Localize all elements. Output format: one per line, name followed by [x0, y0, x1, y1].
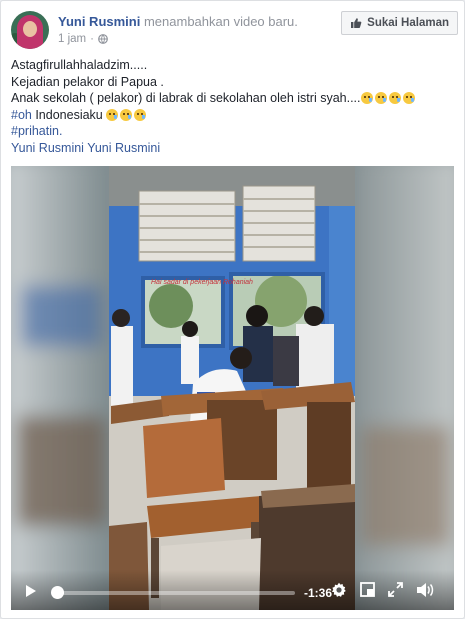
post-card: Yuni Rusmini menambahkan video baru. 1 j… — [0, 0, 465, 619]
volume-icon[interactable] — [416, 582, 434, 598]
classroom-scene: Hai sadar di pekerjaan Rohaniah — [109, 166, 355, 610]
blurred-right-panel — [354, 166, 454, 610]
author-name[interactable]: Yuni Rusmini — [58, 14, 140, 29]
progress-bar[interactable] — [57, 591, 295, 595]
post-action: menambahkan video baru. — [143, 14, 298, 29]
like-page-button[interactable]: Sukai Halaman — [341, 11, 458, 35]
mentions[interactable]: Yuni Rusmini Yuni Rusmini — [11, 141, 160, 155]
meta-separator: · — [90, 33, 94, 45]
crying-face-emoji — [402, 92, 415, 104]
crying-face-emoji — [360, 92, 373, 104]
emoji-group — [360, 91, 417, 105]
avatar[interactable] — [11, 11, 49, 49]
video-controls: -1:36 — [11, 570, 454, 610]
crying-face-emoji — [374, 92, 387, 104]
video-frame: Hai sadar di pekerjaan Rohaniah — [11, 166, 454, 610]
avatar-face — [23, 21, 37, 37]
wall-slogan: Hai sadar di pekerjaan Rohaniah — [151, 279, 253, 286]
blurred-left-panel — [11, 166, 111, 610]
emoji-group — [106, 108, 148, 122]
post-line: #prihatin. — [11, 123, 451, 140]
post-line-text: Indonesiaku — [31, 107, 107, 122]
hashtag-prihatin[interactable]: #prihatin. — [11, 124, 62, 138]
post-line: Kejadian pelakor di Papua . — [11, 74, 164, 89]
post-header: Yuni Rusmini menambahkan video baru. — [58, 14, 298, 29]
globe-icon[interactable] — [98, 34, 108, 44]
crying-face-emoji — [106, 108, 119, 121]
hashtag-oh[interactable]: #oh — [11, 108, 32, 122]
crying-face-emoji — [120, 108, 133, 121]
remaining-time: -1:36 — [304, 586, 333, 600]
post-line: #oh Indonesiaku — [11, 107, 451, 124]
pip-icon[interactable] — [360, 582, 375, 597]
post-meta: 1 jam · — [58, 33, 108, 45]
post-text: Astagfirullahhaladzim..... Kejadian pela… — [11, 57, 451, 156]
crying-face-emoji — [388, 92, 401, 104]
thumbs-up-icon — [351, 18, 362, 28]
post-line: Anak sekolah ( pelakor) di labrak di sek… — [11, 90, 451, 107]
fullscreen-icon[interactable] — [388, 582, 403, 597]
crying-face-emoji — [134, 108, 147, 121]
post-line: Yuni Rusmini Yuni Rusmini — [11, 140, 451, 157]
progress-handle[interactable] — [51, 586, 64, 599]
video-player[interactable]: Hai sadar di pekerjaan Rohaniah -1:36 — [11, 166, 454, 610]
post-line: Astagfirullahhaladzim..... — [11, 58, 148, 72]
play-icon[interactable] — [25, 584, 37, 598]
post-time[interactable]: 1 jam — [58, 33, 86, 45]
post-line-text: Anak sekolah ( pelakor) di labrak di sek… — [11, 91, 361, 105]
like-page-label: Sukai Halaman — [367, 17, 449, 29]
settings-icon[interactable] — [331, 582, 347, 598]
